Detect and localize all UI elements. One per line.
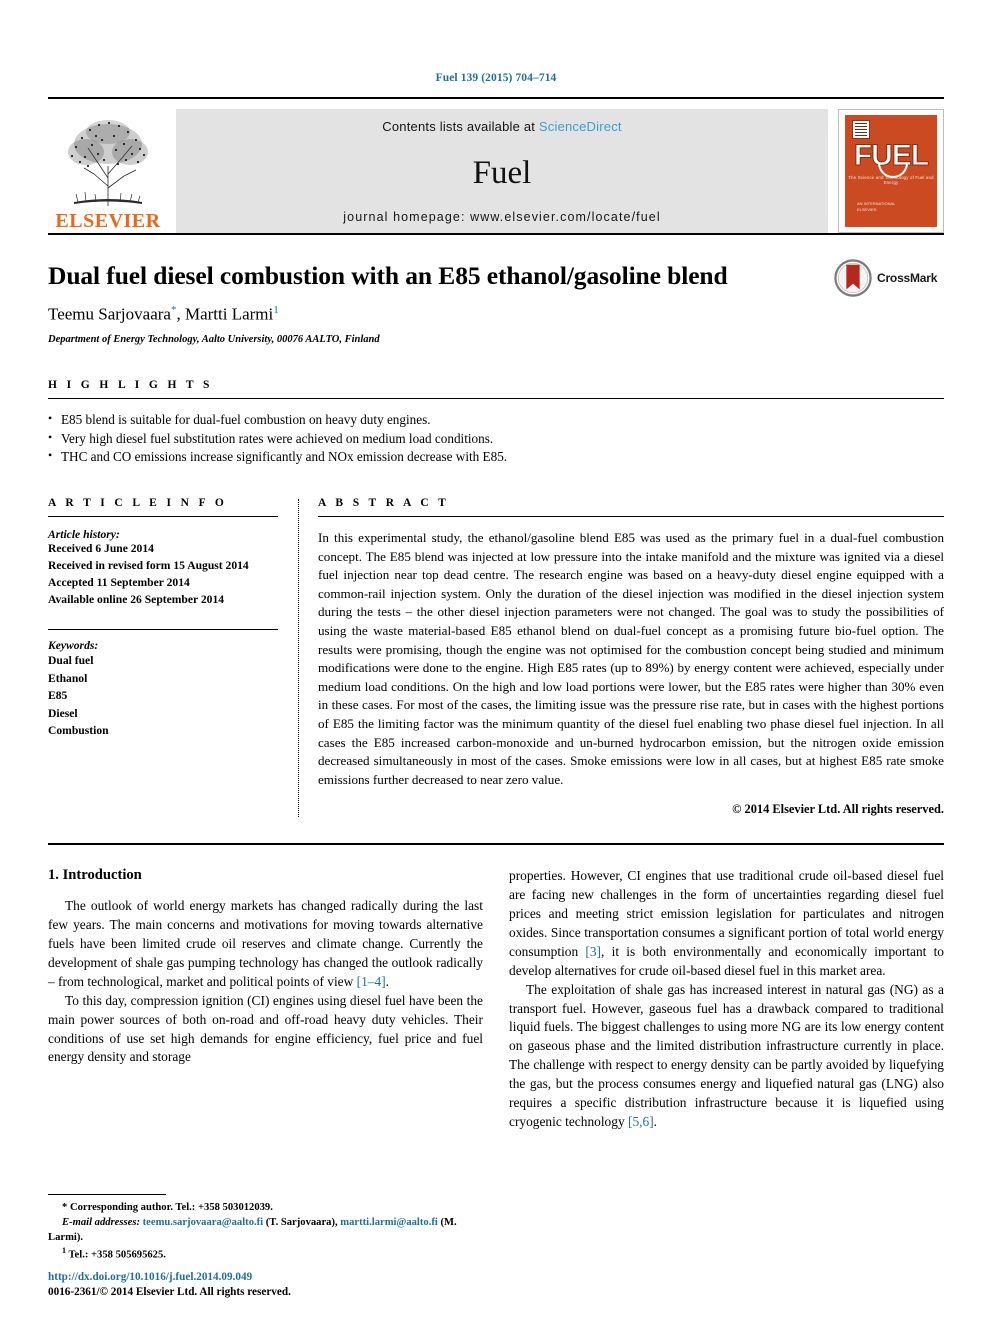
cover-footer-line2: ELSEVIER <box>857 207 877 212</box>
article-info-column: A R T I C L E I N F O Article history: R… <box>48 497 298 739</box>
article-info-rule <box>48 516 278 518</box>
keywords-title: Keywords: <box>48 639 99 653</box>
cover-elsevier-mark-icon <box>852 120 870 139</box>
paragraph: To this day, compression ignition (CI) e… <box>48 992 483 1065</box>
info-abstract-section: A R T I C L E I N F O Article history: R… <box>48 497 944 818</box>
footnote-rule <box>48 1194 166 1196</box>
footnote-telephone-text: Tel.: +358 505695625. <box>66 1249 166 1261</box>
crossmark-label: CrossMark <box>877 271 938 285</box>
citation-link[interactable]: [3] <box>585 944 601 959</box>
author-name-2: Martti Larmi <box>184 304 274 324</box>
paragraph: properties. However, CI engines that use… <box>509 867 944 980</box>
article-page: Fuel 139 (2015) 704–714 ELSEVIER Content… <box>0 0 992 1323</box>
elsevier-wordmark: ELSEVIER <box>55 210 161 232</box>
elsevier-logo: ELSEVIER <box>48 109 168 233</box>
abstract-column: A B S T R A C T In this experimental stu… <box>318 497 944 817</box>
article-history-online: Available online 26 September 2014 <box>48 592 225 606</box>
article-info-label: A R T I C L E I N F O <box>48 497 228 510</box>
email-link-2[interactable]: martti.larmi@aalto.fi <box>340 1217 438 1228</box>
crossmark-icon <box>834 259 872 297</box>
elsevier-tree-icon <box>68 120 148 206</box>
article-history-accepted: Accepted 11 September 2014 <box>48 575 190 589</box>
keyword: Combustion <box>48 723 109 737</box>
highlights-label: H I G H L I G H T S <box>48 378 213 391</box>
sciencedirect-link[interactable]: ScienceDirect <box>539 119 622 134</box>
author-footnote-marker[interactable]: 1 <box>273 304 279 316</box>
author-separator: , <box>176 304 185 324</box>
list-item: E85 blend is suitable for dual-fuel comb… <box>48 410 944 430</box>
cover-artwork: FUEL The Science and Technology of Fuel … <box>845 115 937 227</box>
cover-subtitle: The Science and Technology of Fuel and E… <box>848 175 934 185</box>
email-label: E-mail addresses: <box>62 1217 140 1229</box>
paragraph-text: The outlook of world energy markets has … <box>48 898 483 989</box>
highlights-section: H I G H L I G H T S E85 blend is suitabl… <box>48 379 944 467</box>
keyword: E85 <box>48 689 68 703</box>
footnote-emails: E-mail addresses: teemu.sarjovaara@aalto… <box>48 1215 488 1245</box>
author-list: Teemu Sarjovaara*, Martti Larmi1 <box>48 304 944 325</box>
body-column-right: properties. However, CI engines that use… <box>509 867 944 1131</box>
keywords-block: Keywords: Dual fuel Ethanol E85 Diesel C… <box>48 629 278 739</box>
keyword: Diesel <box>48 706 78 720</box>
keyword: Dual fuel <box>48 654 94 668</box>
paragraph-text: The exploitation of shale gas has increa… <box>509 981 944 1129</box>
paragraph: The exploitation of shale gas has increa… <box>509 981 944 1132</box>
journal-cover-thumbnail[interactable]: FUEL The Science and Technology of Fuel … <box>838 109 944 233</box>
body-column-left: 1. Introduction The outlook of world ene… <box>48 867 483 1131</box>
list-item: THC and CO emissions increase significan… <box>48 447 944 467</box>
article-history-revised: Received in revised form 15 August 2014 <box>48 558 249 572</box>
doi-link[interactable]: http://dx.doi.org/10.1016/j.fuel.2014.09… <box>48 1270 291 1286</box>
abstract-text: In this experimental study, the ethanol/… <box>318 530 944 787</box>
journal-homepage-link[interactable]: journal homepage: www.elsevier.com/locat… <box>343 210 660 224</box>
issn-copyright-line: 0016-2361/© 2014 Elsevier Ltd. All right… <box>48 1286 291 1299</box>
journal-band: Contents lists available at ScienceDirec… <box>176 109 828 233</box>
crossmark-badge[interactable]: CrossMark <box>834 257 944 299</box>
abstract-rule <box>318 516 944 518</box>
article-history-received: Received 6 June 2014 <box>48 542 154 556</box>
footnotes-block: * Corresponding author. Tel.: +358 50301… <box>48 1194 488 1263</box>
highlights-list: E85 blend is suitable for dual-fuel comb… <box>48 410 944 467</box>
contents-available-line: Contents lists available at ScienceDirec… <box>382 119 621 134</box>
list-item: Very high diesel fuel substitution rates… <box>48 429 944 449</box>
article-history-title: Article history: <box>48 528 120 542</box>
keyword: Ethanol <box>48 671 88 685</box>
abstract-label: A B S T R A C T <box>318 497 450 510</box>
section-heading-introduction: 1. Introduction <box>48 867 142 884</box>
paragraph-text-tail: . <box>385 973 390 989</box>
title-block: Dual fuel diesel combustion with an E85 … <box>48 233 944 345</box>
email-link-1[interactable]: teemu.sarjovaara@aalto.fi <box>143 1217 263 1228</box>
page-title: Dual fuel diesel combustion with an E85 … <box>48 261 728 290</box>
citation-link[interactable]: [5,6] <box>628 1114 654 1129</box>
footnote-corresponding-author: * Corresponding author. Tel.: +358 50301… <box>62 1202 273 1214</box>
citation-link[interactable]: [1–4] <box>357 974 386 989</box>
paragraph-text-tail: . <box>653 1113 658 1129</box>
footnote-telephone: 1 Tel.: +358 505695625. <box>48 1245 488 1263</box>
highlights-rule <box>48 397 944 399</box>
cover-footer: AN INTERNATIONAL ELSEVIER <box>857 201 895 213</box>
running-head: Fuel 139 (2015) 704–714 <box>435 72 557 84</box>
doi-footer-block: http://dx.doi.org/10.1016/j.fuel.2014.09… <box>48 1270 291 1301</box>
body-separator-rule <box>48 843 944 846</box>
journal-title: Fuel <box>472 154 532 191</box>
journal-masthead: ELSEVIER Contents lists available at Sci… <box>48 97 944 233</box>
column-divider <box>298 499 300 818</box>
contents-prefix: Contents lists available at <box>382 119 539 134</box>
paragraph: The outlook of world energy markets has … <box>48 897 483 991</box>
abstract-copyright: © 2014 Elsevier Ltd. All rights reserved… <box>732 802 944 817</box>
body-columns: 1. Introduction The outlook of world ene… <box>48 867 944 1131</box>
email-owner-1: (T. Sarjovaara), <box>263 1217 341 1229</box>
affiliation: Department of Energy Technology, Aalto U… <box>48 333 380 345</box>
author-name-1: Teemu Sarjovaara <box>48 304 171 324</box>
